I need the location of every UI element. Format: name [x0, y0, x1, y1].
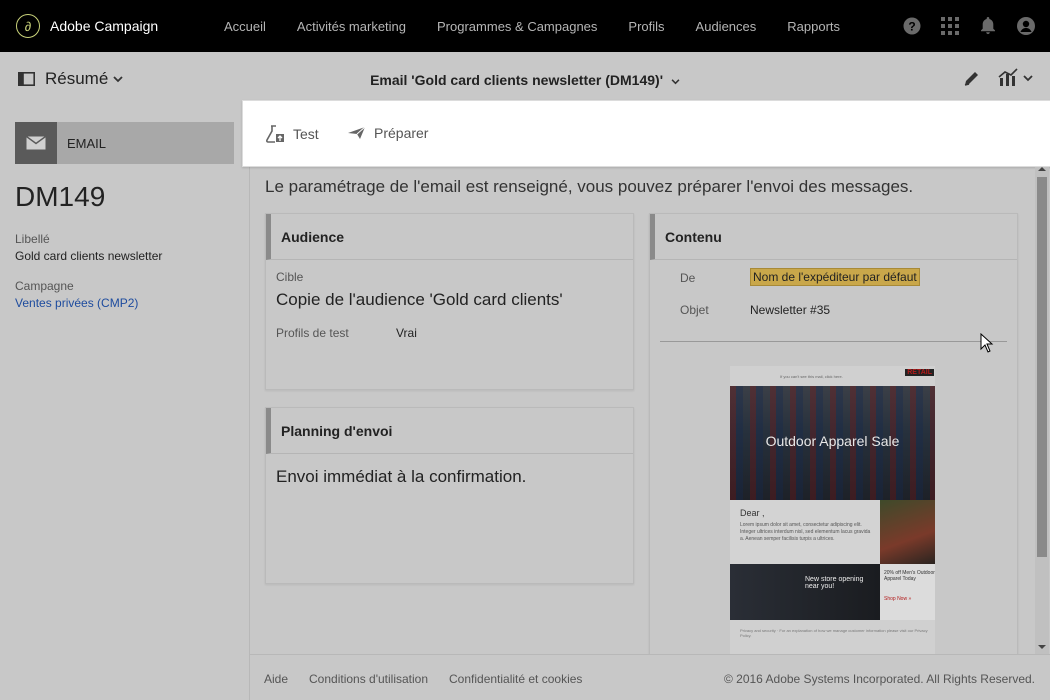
channel-type-label: EMAIL	[67, 135, 107, 151]
top-navigation-bar: ∂ Adobe Campaign Accueil Activités marke…	[0, 0, 1050, 52]
nav-icons: ?	[902, 16, 1036, 36]
preview-store-text: New store opening near you!	[805, 576, 864, 590]
chevron-down-icon	[671, 79, 680, 85]
prepare-button[interactable]: Préparer	[347, 125, 428, 141]
scroll-down-arrow-icon[interactable]	[1038, 645, 1046, 649]
subject-caption: Objet	[680, 303, 709, 317]
preview-greeting: Dear ,	[740, 508, 765, 518]
test-button[interactable]: Test	[265, 125, 319, 143]
apps-grid-icon[interactable]	[940, 16, 960, 36]
document-title[interactable]: Email 'Gold card clients newsletter (DM1…	[0, 72, 1050, 88]
preview-footer-text: Privacy and security · For an explanatio…	[740, 628, 928, 638]
preview-shop-link: Shop Now »	[884, 596, 912, 602]
footer-terms-link[interactable]: Conditions d'utilisation	[309, 672, 428, 686]
content-card[interactable]: Contenu De Nom de l'expéditeur par défau…	[649, 213, 1018, 654]
preview-hero-title: Outdoor Apparel Sale	[765, 433, 900, 449]
preview-model-image	[880, 500, 935, 564]
label-value: Gold card clients newsletter	[15, 249, 163, 263]
page-footer: Aide Conditions d'utilisation Confidenti…	[250, 654, 1050, 700]
pencil-icon[interactable]	[962, 68, 982, 93]
audience-card-title: Audience	[266, 214, 633, 260]
preview-offer: 20% off Men's Outdoor Apparel Today Shop…	[880, 564, 935, 620]
scroll-up-arrow-icon[interactable]	[1038, 167, 1046, 171]
channel-type-badge: EMAIL	[15, 122, 234, 164]
svg-text:?: ?	[908, 20, 915, 34]
bell-icon[interactable]	[978, 16, 998, 36]
help-icon[interactable]: ?	[902, 16, 922, 36]
divider	[660, 341, 1007, 342]
from-caption: De	[680, 271, 696, 285]
summary-sidebar: EMAIL DM149 Libellé Gold card clients ne…	[0, 107, 250, 700]
preview-body-text: Lorem ipsum dolor sit amet, consectetur …	[740, 522, 871, 542]
chart-icon[interactable]	[998, 68, 1034, 93]
content-card-title: Contenu	[650, 214, 1017, 260]
envelope-icon	[15, 122, 57, 164]
brand[interactable]: ∂ Adobe Campaign	[16, 14, 224, 38]
nav-item-rapports[interactable]: Rapports	[787, 19, 840, 34]
preview-store-image: New store opening near you!	[730, 564, 880, 620]
subject-value: Newsletter #35	[750, 303, 831, 317]
nav-item-accueil[interactable]: Accueil	[224, 19, 266, 34]
status-message: Le paramétrage de l'email est renseigné,…	[265, 177, 914, 196]
vertical-scrollbar[interactable]	[1035, 167, 1049, 654]
nav-item-programmes-campagnes[interactable]: Programmes & Campagnes	[437, 19, 597, 34]
paper-plane-icon	[348, 126, 366, 139]
adobe-campaign-logo-icon: ∂	[16, 14, 40, 38]
action-bar: Test Préparer	[242, 100, 1050, 167]
prepare-button-label: Préparer	[374, 125, 429, 141]
main-content: Le paramétrage de l'email est renseigné,…	[251, 167, 1050, 654]
scrollbar-thumb[interactable]	[1037, 177, 1047, 557]
audience-card[interactable]: Audience Cible Copie de l'audience 'Gold…	[265, 213, 634, 390]
email-preview[interactable]: If you can't see this mail, click here. …	[730, 366, 935, 654]
footer-help-link[interactable]: Aide	[264, 672, 288, 686]
preview-hero-image: Outdoor Apparel Sale	[730, 386, 935, 500]
user-avatar-icon[interactable]	[1016, 16, 1036, 36]
delivery-code: DM149	[15, 181, 106, 212]
main-nav: Accueil Activités marketing Programmes &…	[224, 19, 871, 34]
footer-privacy-link[interactable]: Confidentialité et cookies	[449, 672, 582, 686]
schedule-value: Envoi immédiat à la confirmation.	[276, 467, 527, 486]
schedule-card-title: Planning d'envoi	[266, 408, 633, 454]
copyright: © 2016 Adobe Systems Incorporated. All R…	[723, 672, 1035, 686]
mouse-cursor-icon	[980, 332, 994, 358]
test-profiles-value: Vrai	[396, 326, 417, 340]
schedule-card[interactable]: Planning d'envoi Envoi immédiat à la con…	[265, 407, 634, 584]
preview-offer-text: 20% off Men's Outdoor Apparel Today	[884, 570, 935, 582]
sender-name-field[interactable]: Nom de l'expéditeur par défaut	[750, 268, 920, 286]
nav-item-profils[interactable]: Profils	[628, 19, 664, 34]
test-profiles-caption: Profils de test	[276, 326, 349, 340]
retail-logo: RETAIL	[905, 369, 934, 376]
preview-topline: If you can't see this mail, click here.	[780, 374, 843, 379]
label-caption: Libellé	[15, 232, 50, 246]
campaign-link[interactable]: Ventes privées (CMP2)	[15, 296, 138, 310]
nav-item-activites-marketing[interactable]: Activités marketing	[297, 19, 406, 34]
document-title-label: Email 'Gold card clients newsletter (DM1…	[370, 72, 664, 88]
target-caption: Cible	[276, 270, 304, 284]
page-header: Résumé Email 'Gold card clients newslett…	[0, 52, 1050, 107]
target-value: Copie de l'audience 'Gold card clients'	[276, 290, 563, 309]
test-flask-icon	[266, 125, 284, 143]
app-name: Adobe Campaign	[50, 18, 159, 34]
campaign-caption: Campagne	[15, 279, 74, 293]
test-button-label: Test	[293, 126, 319, 142]
nav-item-audiences[interactable]: Audiences	[696, 19, 757, 34]
